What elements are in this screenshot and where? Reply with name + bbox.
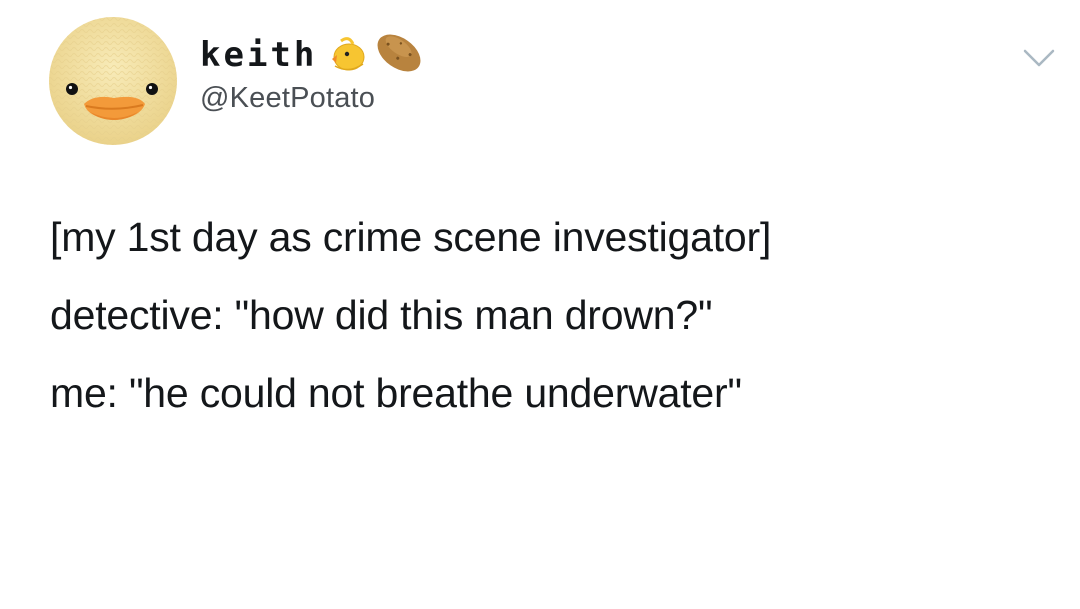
user-handle[interactable]: @KeetPotato	[200, 82, 427, 115]
tweet-line: detective: "how did this man drown?"	[50, 292, 713, 338]
tweet-text: [my 1st day as crime scene investigator]…	[50, 214, 1060, 448]
tweet-menu-button[interactable]	[1022, 46, 1056, 70]
tweet-header: keith @KeetPotato	[200, 30, 427, 115]
potato-icon	[371, 28, 427, 83]
tweet-line: me: "he could not breathe underwater"	[50, 370, 742, 416]
tweet-line: [my 1st day as crime scene investigator]	[50, 214, 772, 260]
display-name[interactable]: keith	[200, 35, 317, 75]
baby-chick-icon	[327, 33, 367, 78]
duck-face-avatar-icon	[49, 17, 177, 145]
chevron-down-icon	[1023, 49, 1055, 67]
tweet-card: keith @KeetPotato [my 1st day as crime s…	[0, 0, 1080, 609]
name-row: keith	[200, 30, 427, 80]
avatar[interactable]	[48, 16, 178, 146]
